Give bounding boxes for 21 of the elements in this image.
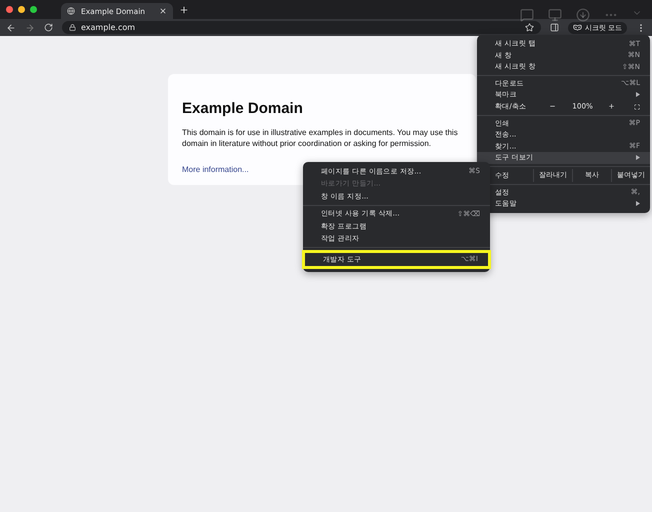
chat-icon	[520, 8, 534, 22]
globe-icon	[67, 7, 75, 15]
side-panel-icon[interactable]	[550, 23, 559, 32]
close-icon[interactable]	[159, 7, 167, 15]
lock-icon	[69, 24, 76, 31]
monitor-icon	[548, 8, 562, 22]
reload-icon[interactable]	[44, 23, 53, 32]
more-information-link[interactable]: More information...	[182, 165, 249, 174]
minimize-window-button[interactable]	[18, 6, 25, 13]
page-paragraph: This domain is for use in illustrative examples in documents. You may use this domain in literature without prior coordination or asking for permission.	[182, 127, 459, 149]
maximize-window-button[interactable]	[30, 6, 37, 13]
address-bar[interactable]: example.com	[62, 21, 541, 34]
fullscreen-icon[interactable]	[634, 102, 640, 110]
incognito-icon	[572, 23, 582, 32]
download-icon	[576, 8, 590, 22]
forward-icon[interactable]	[25, 22, 35, 32]
new-tab-icon[interactable]	[179, 4, 189, 14]
back-icon[interactable]	[6, 22, 16, 32]
star-icon[interactable]	[524, 23, 534, 32]
close-window-button[interactable]	[6, 6, 13, 13]
page-heading: Example Domain	[182, 100, 304, 117]
